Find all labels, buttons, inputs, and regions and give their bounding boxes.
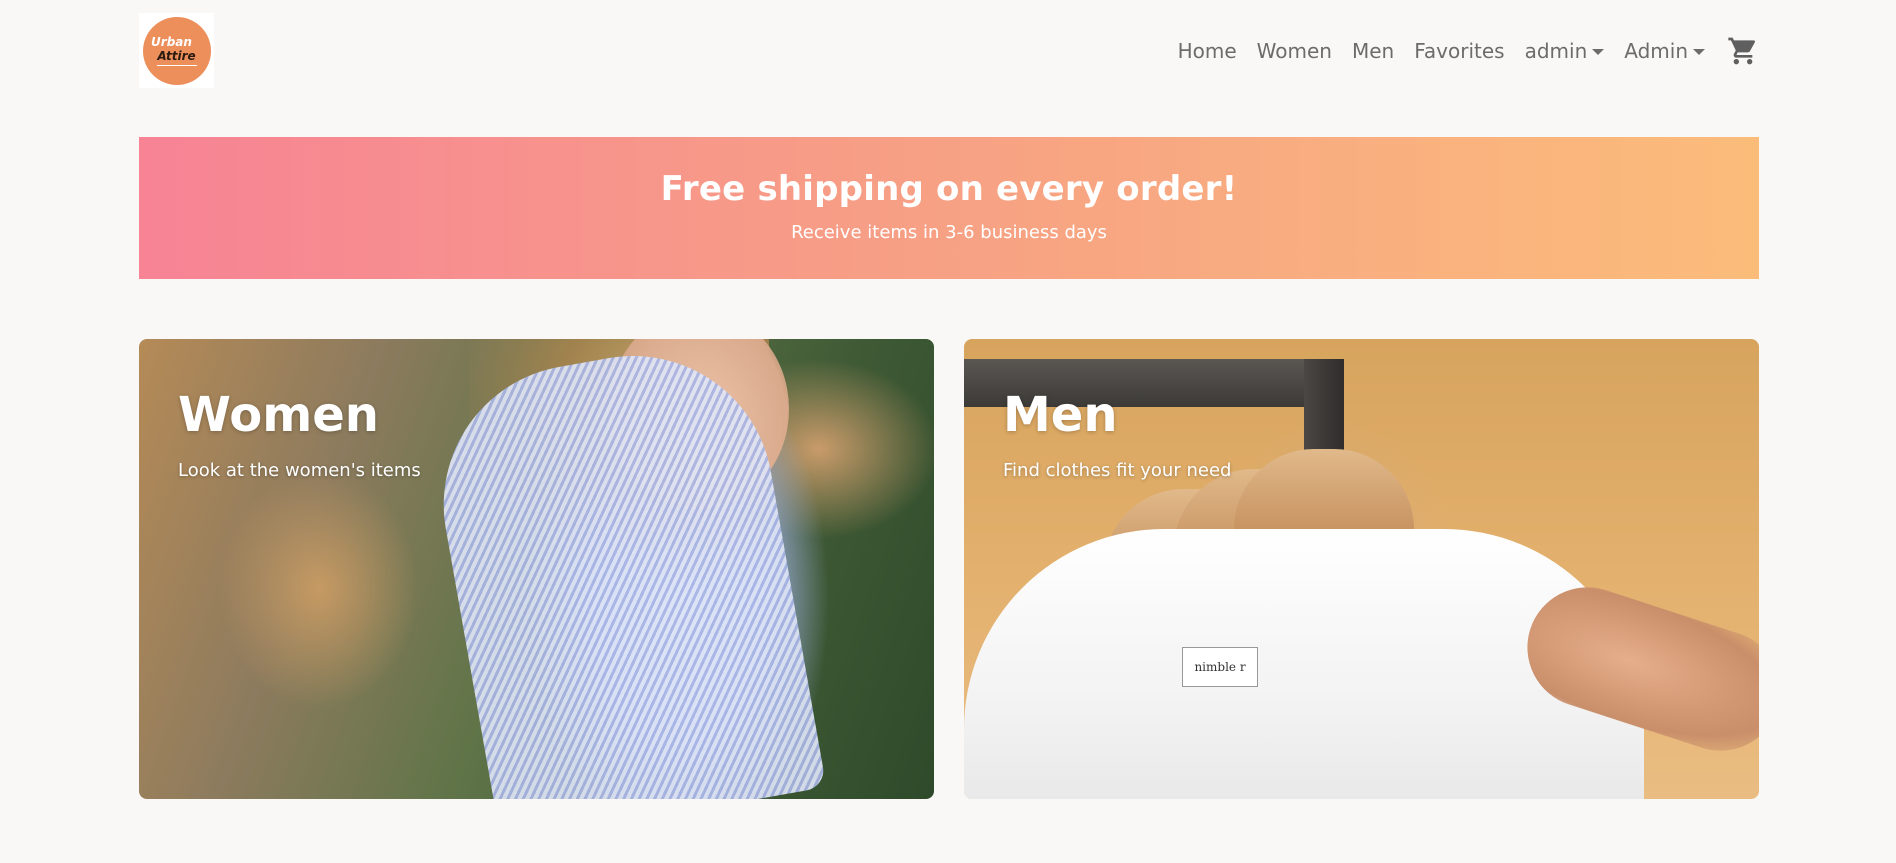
card-text-women: Women Look at the women's items <box>178 387 421 481</box>
caret-down-icon <box>1592 48 1605 55</box>
banner-title: Free shipping on every order! <box>660 169 1238 209</box>
promo-banner: Free shipping on every order! Receive it… <box>139 137 1759 279</box>
banner-subtitle: Receive items in 3-6 business days <box>791 222 1107 243</box>
nav-link-home[interactable]: Home <box>1178 39 1237 63</box>
logo-underline <box>156 65 197 66</box>
card-subtitle-women: Look at the women's items <box>178 460 421 481</box>
shirt-label: nimble r <box>1182 647 1258 687</box>
card-subtitle-men: Find clothes fit your need <box>1003 460 1232 481</box>
logo-text-line2: Attire <box>157 49 196 63</box>
wooden-hanger <box>1234 449 1414 529</box>
category-card-men[interactable]: nimble r Men Find clothes fit your need <box>964 339 1759 799</box>
nav-link-favorites[interactable]: Favorites <box>1414 39 1504 63</box>
navbar: Urban Attire Home Women Men Favorites ad… <box>139 13 1759 88</box>
caret-down-icon <box>1693 48 1705 55</box>
brand-logo[interactable]: Urban Attire <box>139 13 214 88</box>
logo-badge: Urban Attire <box>142 16 211 85</box>
user-menu-label: admin <box>1524 38 1588 63</box>
nav-link-women[interactable]: Women <box>1257 39 1332 63</box>
shopping-cart-icon[interactable] <box>1727 35 1759 67</box>
category-card-women[interactable]: Women Look at the women's items <box>139 339 934 799</box>
logo-text-line1: Urban <box>151 35 192 49</box>
card-title-men: Men <box>1003 387 1118 443</box>
card-title-women: Women <box>178 387 379 443</box>
admin-menu-label: Admin <box>1624 38 1688 63</box>
user-menu-dropdown[interactable]: admin <box>1525 39 1605 63</box>
nav-links: Home Women Men Favorites admin Admin <box>1158 13 1759 88</box>
card-text-men: Men Find clothes fit your need <box>1003 387 1231 481</box>
admin-menu-dropdown[interactable]: Admin <box>1624 39 1705 63</box>
nav-link-men[interactable]: Men <box>1352 39 1394 63</box>
